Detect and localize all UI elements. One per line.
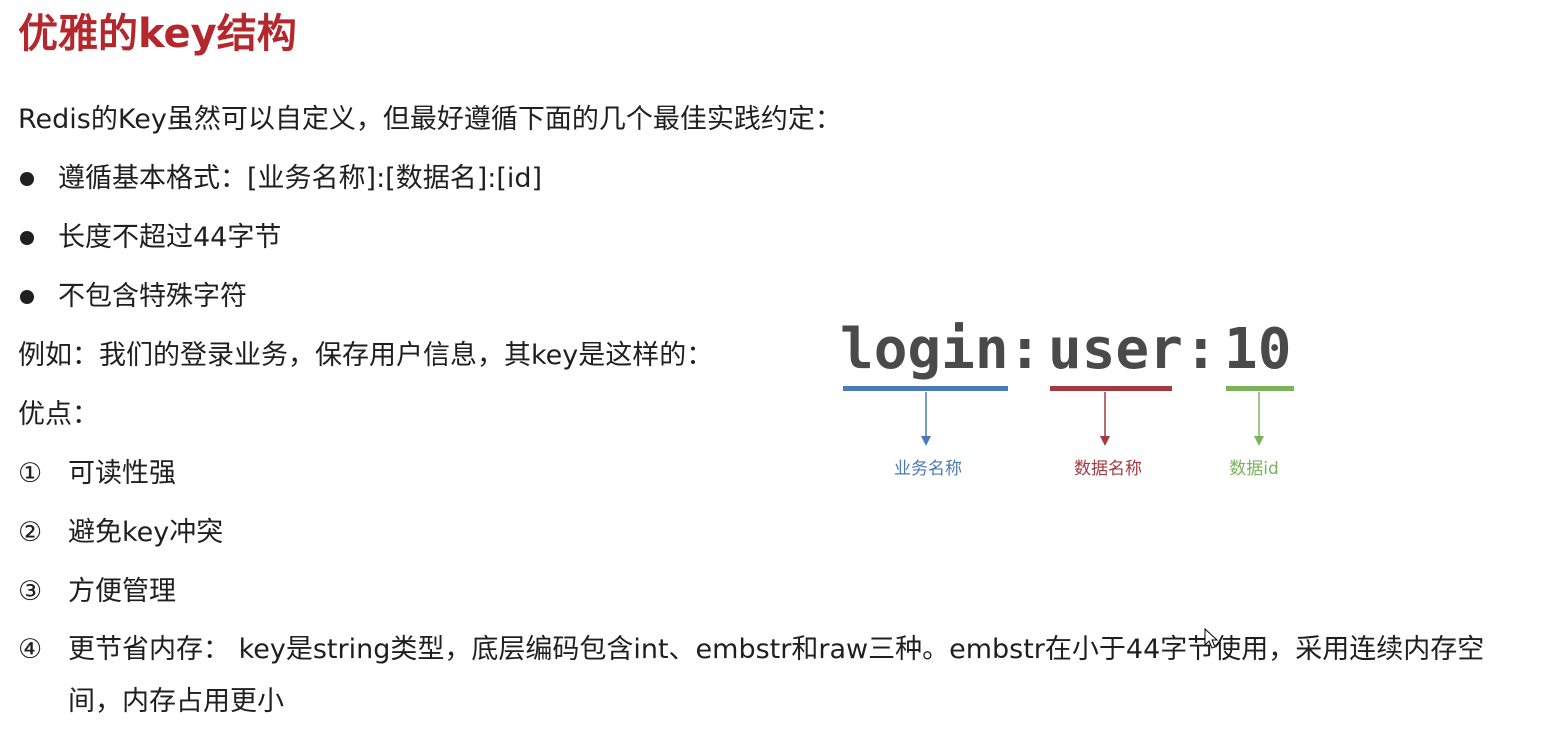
bullet-icon xyxy=(20,231,34,245)
rule-text: 不包含特殊字符 xyxy=(58,281,247,312)
data-name-label: 数据名称 xyxy=(1074,459,1142,479)
key-part-id: 10 xyxy=(1224,317,1291,382)
advantage-text: 避免key冲突 xyxy=(68,517,224,548)
business-underline xyxy=(843,386,1008,391)
id-underline xyxy=(1226,386,1294,391)
data-arrow-head xyxy=(1100,436,1110,446)
mouse-cursor-icon xyxy=(1204,628,1219,649)
advantage-marker: ② xyxy=(18,517,43,548)
intro-text: Redis的Key虽然可以自定义，但最好遵循下面的几个最佳实践约定： xyxy=(18,104,842,135)
key-separator: : xyxy=(1008,317,1042,382)
advantage-marker: ③ xyxy=(18,576,43,607)
advantages-label: 优点： xyxy=(18,399,99,430)
key-part-business: login xyxy=(840,317,1009,382)
advantage-item: ③ 方便管理 xyxy=(18,574,176,610)
key-part-data: user xyxy=(1048,317,1183,382)
advantage-item: ④ 更节省内存： key是string类型，底层编码包含int、embstr和r… xyxy=(18,632,1518,728)
key-separator: : xyxy=(1184,317,1218,382)
data-id-label: 数据id xyxy=(1229,459,1279,479)
rule-text: 长度不超过44字节 xyxy=(58,222,282,253)
id-arrow-head xyxy=(1254,436,1264,446)
rule-item: 长度不超过44字节 xyxy=(20,220,281,256)
rule-item: 遵循基本格式：[业务名称]:[数据名]:[id] xyxy=(20,161,542,197)
page-title: 优雅的key结构 xyxy=(18,11,297,57)
advantage-text: 方便管理 xyxy=(68,576,176,607)
advantage-item: ① 可读性强 xyxy=(18,456,176,492)
key-structure-diagram: login : user : 10 业务名称 数据名称 数据id xyxy=(840,317,1294,479)
advantage-marker: ④ xyxy=(18,634,43,665)
data-underline xyxy=(1050,386,1172,391)
rule-text: 遵循基本格式：[业务名称]:[数据名]:[id] xyxy=(58,163,543,194)
advantage-item: ② 避免key冲突 xyxy=(18,515,223,551)
example-text: 例如：我们的登录业务，保存用户信息，其key是这样的： xyxy=(18,340,714,371)
advantage-marker: ① xyxy=(18,458,43,489)
bullet-icon xyxy=(20,290,34,304)
rule-item: 不包含特殊字符 xyxy=(20,279,247,315)
advantage-text: 可读性强 xyxy=(68,458,176,489)
business-name-label: 业务名称 xyxy=(894,459,962,479)
bullet-icon xyxy=(20,172,34,186)
advantage-text: 更节省内存： key是string类型，底层编码包含int、embstr和raw… xyxy=(68,634,1485,717)
business-arrow-head xyxy=(921,436,931,446)
